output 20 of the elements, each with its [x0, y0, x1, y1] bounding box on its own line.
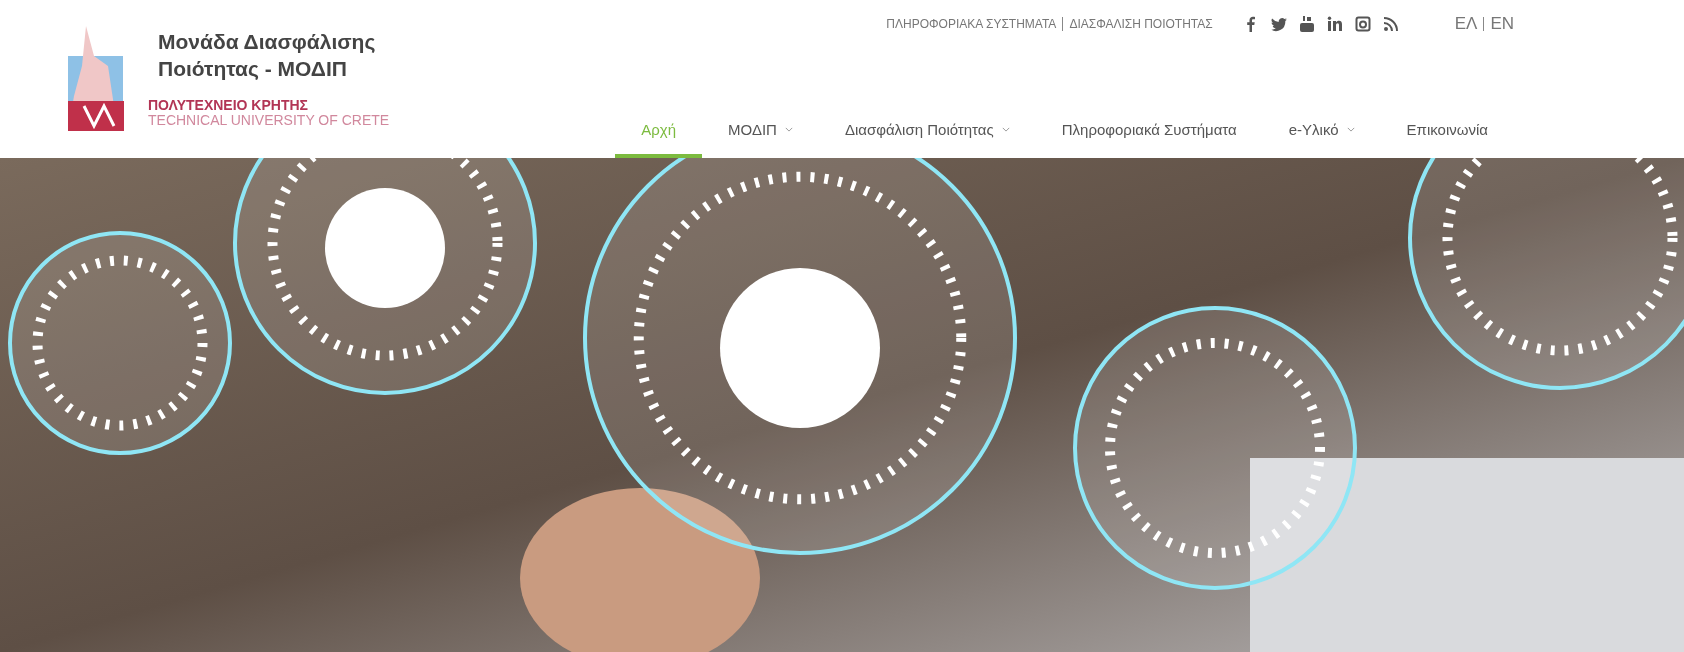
instagram-icon[interactable] [1354, 16, 1371, 32]
twitter-icon[interactable] [1270, 16, 1287, 32]
university-name: ΠΟΛΥΤΕΧΝΕΙΟ ΚΡΗΤΗΣ [148, 98, 309, 113]
nav-item[interactable]: e-Υλικό [1262, 121, 1381, 158]
nav-item[interactable]: Διασφάλιση Ποιότητας [818, 121, 1036, 158]
top-link[interactable]: ΔΙΑΣΦΑΛΙΣΗ ΠΟΙΟΤΗΤΑΣ [1069, 17, 1213, 31]
top-link[interactable]: ΠΛΗΡΟΦΟΡΙΑΚΑ ΣΥΣΤΗΜΑΤΑ [886, 17, 1057, 31]
nav-item[interactable]: ΜΟΔΙΠ [702, 121, 819, 158]
site-title[interactable]: Μονάδα Διασφάλισης [158, 28, 390, 55]
university-name: TECHNICAL UNIVERSITY OF CRETE [148, 113, 390, 127]
caret-icon [1001, 127, 1010, 132]
rss-icon[interactable] [1382, 16, 1399, 32]
language-link[interactable]: EN [1490, 14, 1514, 34]
caret-icon [1346, 127, 1355, 132]
nav-item[interactable]: Επικοινωνία [1380, 121, 1514, 158]
nav-item[interactable]: Πληροφοριακά Συστήματα [1035, 121, 1263, 158]
linkedin-icon[interactable] [1326, 16, 1343, 32]
language-link[interactable]: ΕΛ [1454, 14, 1478, 34]
caret-icon [784, 127, 793, 132]
site-title[interactable]: Ποιότητας - ΜΟΔΙΠ [158, 55, 390, 82]
